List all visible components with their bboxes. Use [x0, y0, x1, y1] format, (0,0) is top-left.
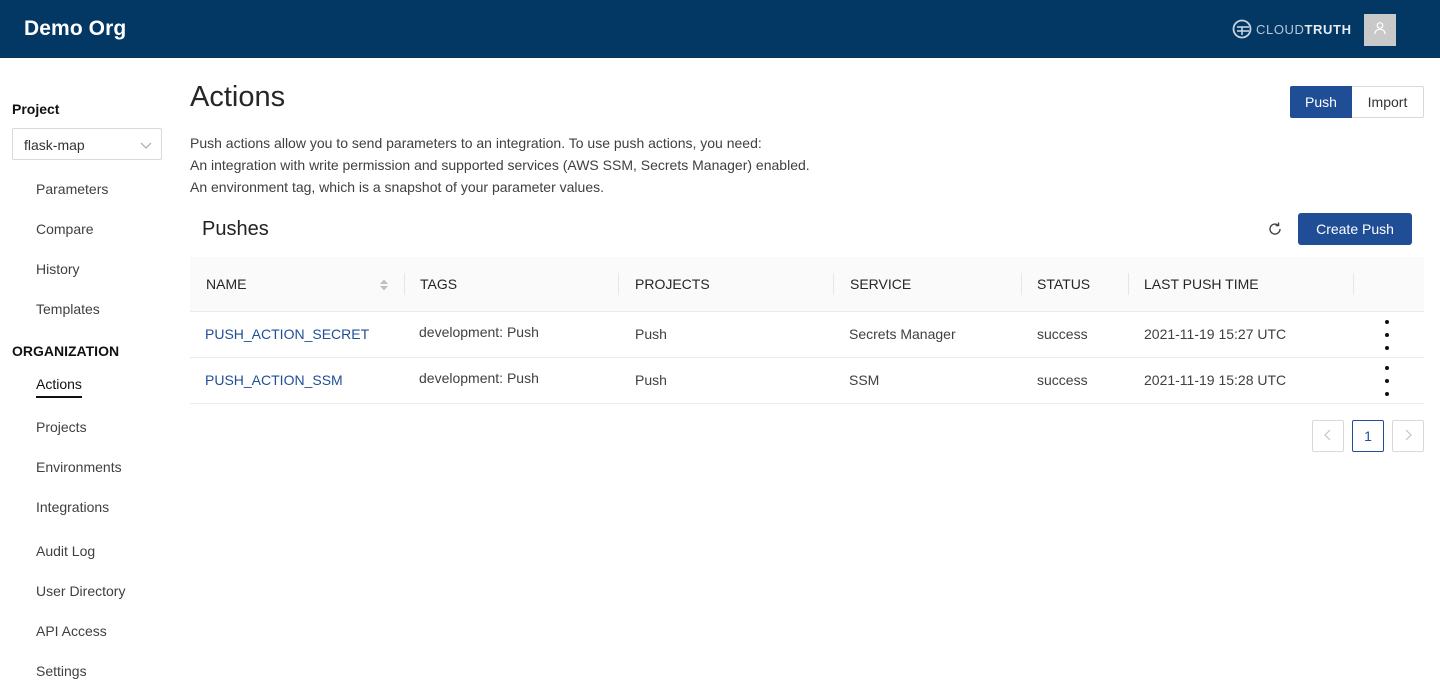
- sidebar-item-actions[interactable]: Actions: [36, 376, 82, 398]
- brand-wordmark: CLOUDTRUTH: [1256, 22, 1352, 37]
- sidebar-item-audit-log[interactable]: Audit Log: [36, 543, 95, 559]
- top-bar: Demo Org CLOUDTRUTH: [0, 0, 1440, 58]
- more-options-icon[interactable]: [1383, 366, 1391, 396]
- user-avatar-button[interactable]: [1364, 14, 1396, 46]
- create-push-button[interactable]: Create Push: [1298, 213, 1412, 245]
- sidebar-item-projects[interactable]: Projects: [36, 419, 87, 435]
- project-select-value: flask-map: [24, 137, 85, 153]
- sidebar-item-user-directory[interactable]: User Directory: [36, 583, 125, 599]
- column-header-name[interactable]: NAME: [206, 276, 246, 292]
- chevron-down-icon: [140, 138, 152, 156]
- column-header-service: SERVICE: [850, 276, 912, 292]
- sidebar-item-integrations[interactable]: Integrations: [36, 499, 109, 515]
- org-name: Demo Org: [24, 17, 127, 40]
- column-divider: [1353, 273, 1354, 295]
- sidebar-item-templates[interactable]: Templates: [36, 301, 100, 317]
- push-name-link[interactable]: PUSH_ACTION_SSM: [205, 372, 343, 388]
- cloudtruth-logo-icon: [1231, 18, 1253, 40]
- table-row: PUSH_ACTION_SECRET development: Push Pus…: [190, 312, 1424, 358]
- push-status: success: [1037, 326, 1088, 342]
- push-projects: Push: [635, 372, 667, 388]
- description-line-2: An integration with write permission and…: [190, 157, 810, 173]
- sidebar-item-environments[interactable]: Environments: [36, 459, 122, 475]
- column-divider: [404, 273, 405, 295]
- pushes-section-title: Pushes: [202, 218, 269, 240]
- column-header-last-push-time: LAST PUSH TIME: [1144, 276, 1259, 292]
- pagination-page-1[interactable]: 1: [1352, 420, 1384, 452]
- push-last-time: 2021-11-19 15:28 UTC: [1144, 372, 1287, 388]
- project-select[interactable]: flask-map: [12, 128, 162, 160]
- table-header: NAME TAGS PROJECTS SERVICE STATUS LAST P…: [190, 257, 1424, 312]
- column-divider: [833, 273, 834, 295]
- push-name-link[interactable]: PUSH_ACTION_SECRET: [205, 326, 369, 342]
- sidebar-item-api-access[interactable]: API Access: [36, 623, 107, 639]
- push-import-toggle: Push Import: [1290, 86, 1424, 118]
- push-service: Secrets Manager: [849, 326, 956, 342]
- push-last-time: 2021-11-19 15:27 UTC: [1144, 326, 1287, 342]
- pagination-prev-button[interactable]: [1312, 420, 1344, 452]
- user-icon: [1373, 21, 1387, 40]
- description-line-3: An environment tag, which is a snapshot …: [190, 179, 604, 195]
- import-tab-button[interactable]: Import: [1352, 86, 1424, 118]
- page-title: Actions: [190, 81, 286, 113]
- column-divider: [1128, 273, 1129, 295]
- sidebar-item-history[interactable]: History: [36, 261, 80, 277]
- chevron-left-icon: [1323, 428, 1333, 444]
- sort-icon[interactable]: [379, 278, 389, 297]
- column-divider: [1021, 273, 1022, 295]
- push-tags: development: Push: [419, 370, 539, 386]
- push-service: SSM: [849, 372, 880, 388]
- brand-logo: CLOUDTRUTH: [1231, 18, 1352, 40]
- push-status: success: [1037, 372, 1088, 388]
- column-header-projects: PROJECTS: [635, 276, 710, 292]
- chevron-right-icon: [1403, 428, 1413, 444]
- refresh-icon[interactable]: [1267, 221, 1283, 237]
- more-options-icon[interactable]: [1383, 320, 1391, 350]
- push-projects: Push: [635, 326, 667, 342]
- table-row: PUSH_ACTION_SSM development: Push Push S…: [190, 358, 1424, 404]
- brand-part-2: TRUTH: [1304, 21, 1352, 37]
- push-tab-button[interactable]: Push: [1290, 86, 1352, 118]
- description-line-1: Push actions allow you to send parameter…: [190, 135, 762, 151]
- sidebar-item-compare[interactable]: Compare: [36, 221, 94, 237]
- column-header-tags: TAGS: [420, 276, 458, 292]
- column-divider: [618, 273, 619, 295]
- brand-part-1: CLOUD: [1256, 21, 1305, 37]
- column-header-status: STATUS: [1037, 276, 1091, 292]
- sidebar-item-settings[interactable]: Settings: [36, 663, 87, 679]
- organization-label: ORGANIZATION: [12, 343, 120, 359]
- pagination-next-button[interactable]: [1392, 420, 1424, 452]
- push-tags: development: Push: [419, 324, 539, 340]
- sidebar-item-parameters[interactable]: Parameters: [36, 181, 108, 197]
- sidebar: Project flask-map Parameters Compare His…: [0, 58, 175, 691]
- project-label: Project: [12, 101, 60, 117]
